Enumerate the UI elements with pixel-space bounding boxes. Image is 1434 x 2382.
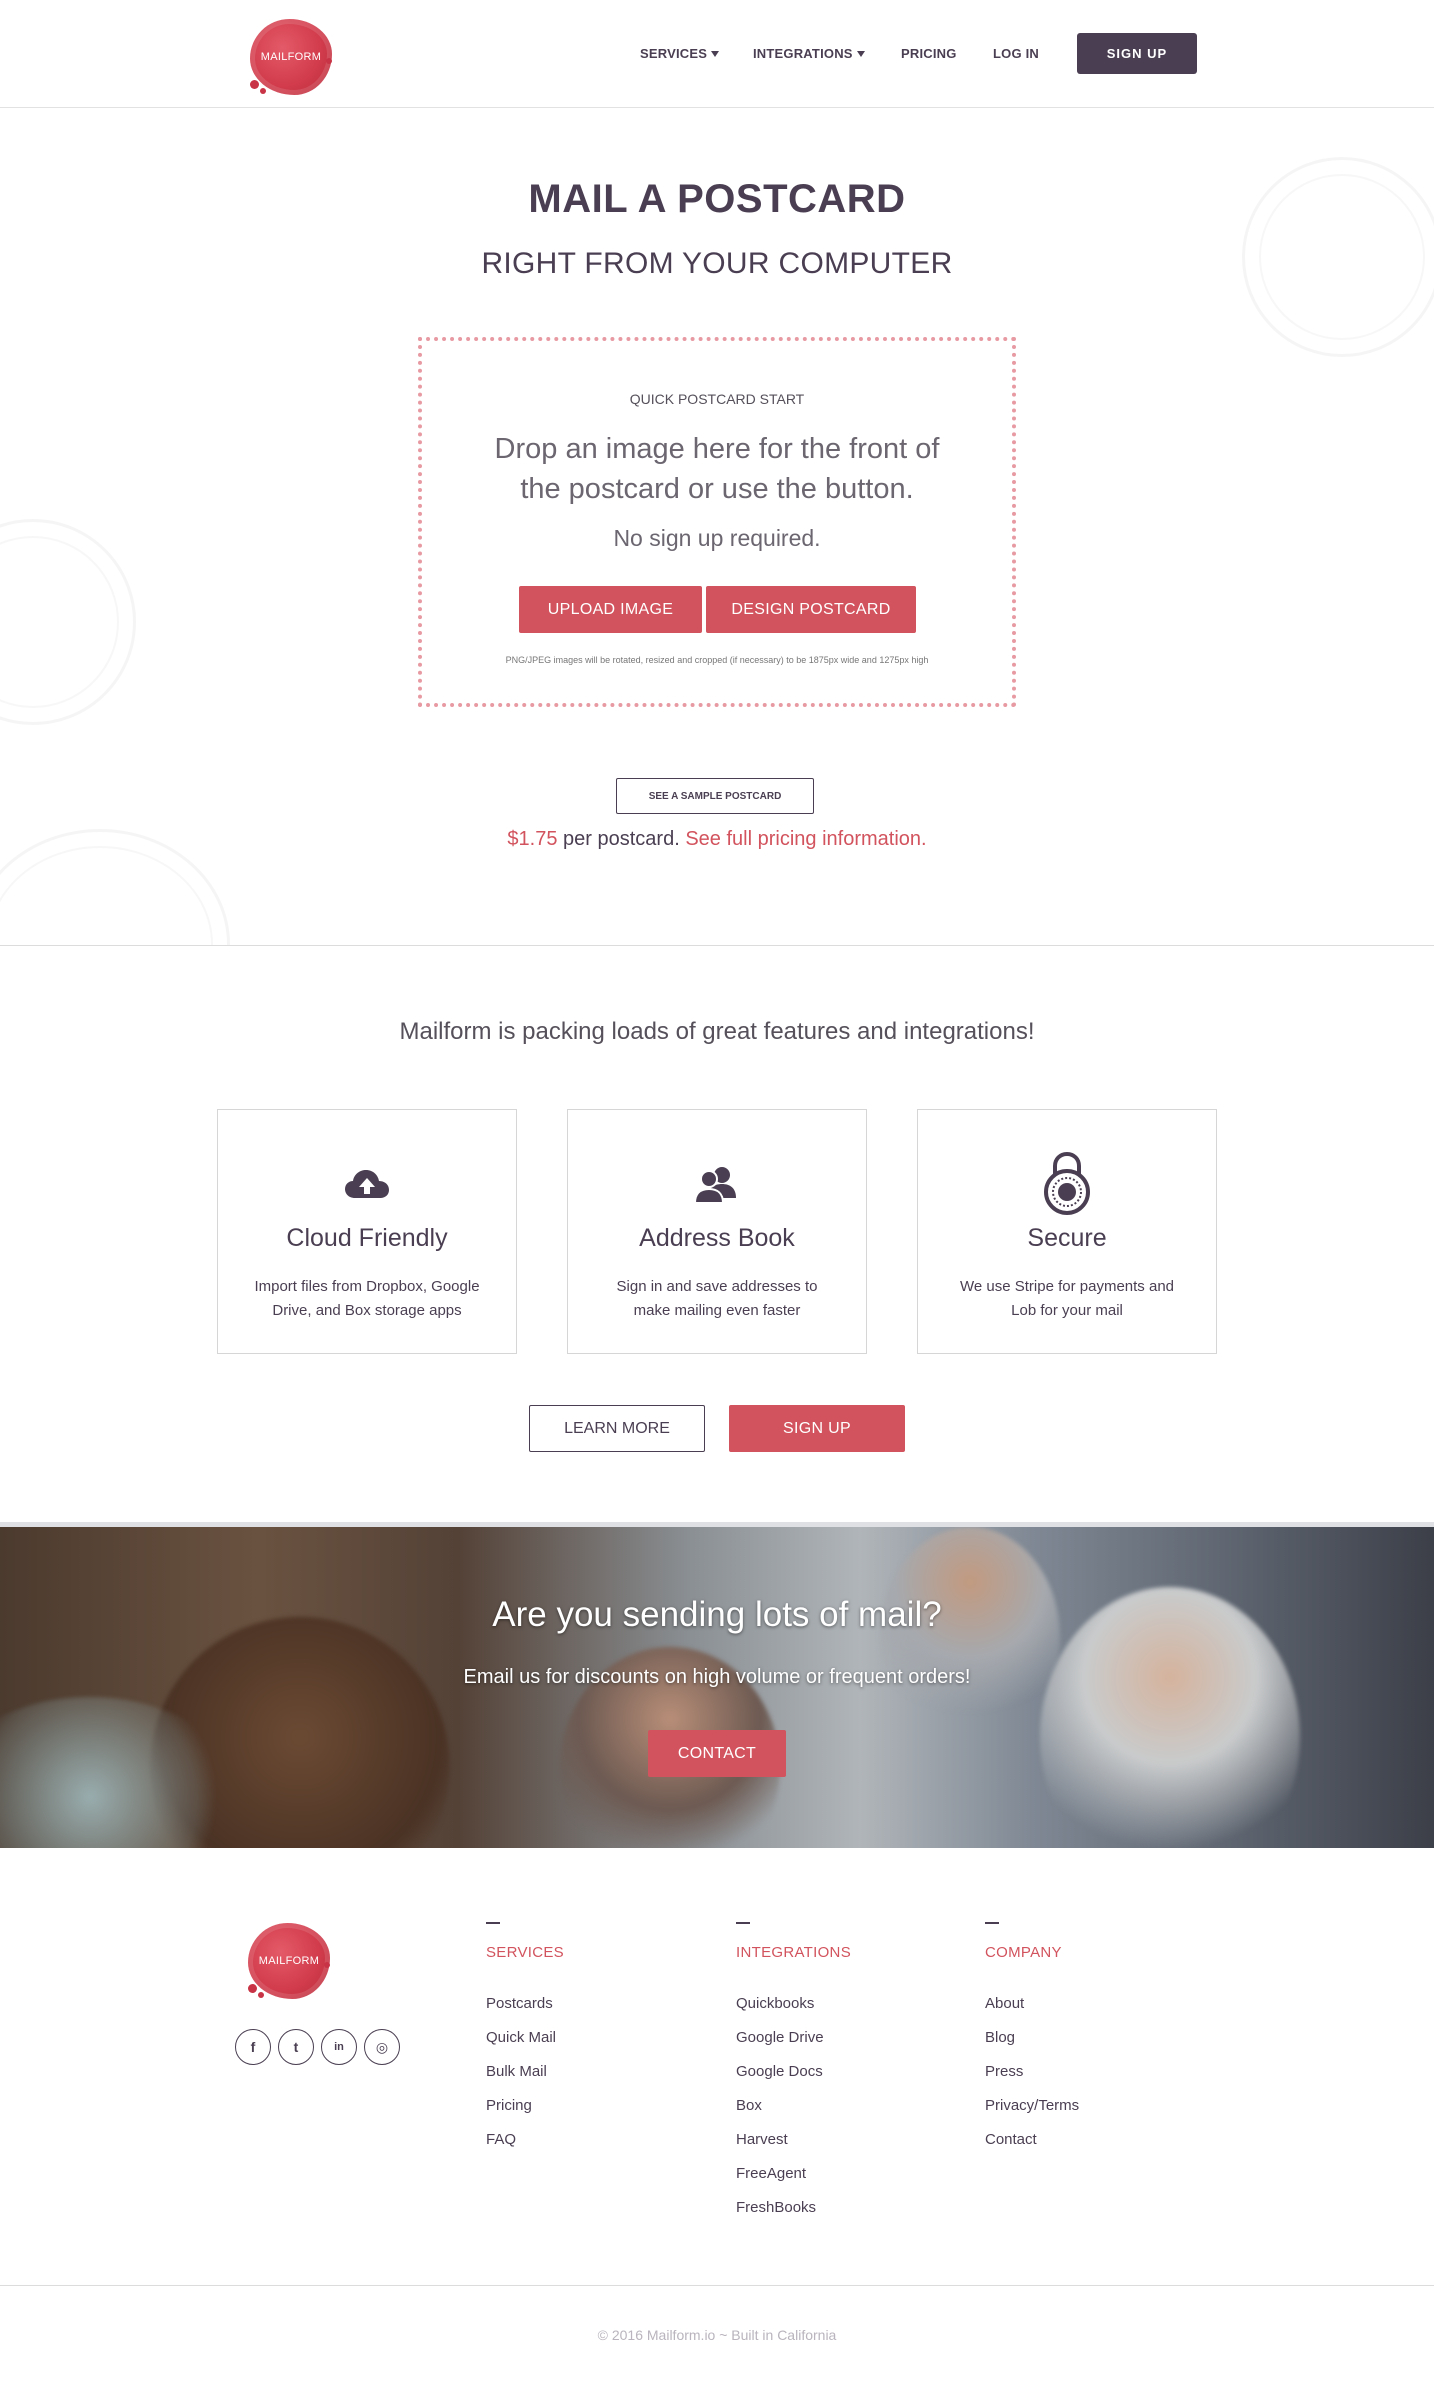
footer-column-integrations: INTEGRATIONS Quickbooks Google Drive Goo… — [736, 1922, 851, 2235]
footer-column-company: COMPANY About Blog Press Privacy/Terms C… — [985, 1922, 1079, 2167]
nav-login-label: LOG IN — [993, 46, 1039, 61]
feature-description: We use Stripe for payments and Lob for y… — [960, 1278, 1174, 1319]
caret-down-icon — [711, 50, 720, 57]
footer-link[interactable]: FreshBooks — [736, 2200, 851, 2235]
footer-link[interactable]: Postcards — [486, 1996, 564, 2031]
footer-link[interactable]: Contact — [985, 2132, 1079, 2167]
banner-title: Are you sending lots of mail? — [492, 1595, 942, 1634]
postcard-price: $1.75 — [507, 828, 558, 850]
hero-section: MAIL A POSTCARD RIGHT FROM YOUR COMPUTER… — [0, 109, 1434, 946]
footer-link[interactable]: Privacy/Terms — [985, 2098, 1079, 2133]
footer-link[interactable]: Bulk Mail — [486, 2064, 564, 2099]
contact-button[interactable]: CONTACT — [648, 1730, 786, 1777]
footer-link[interactable]: FreeAgent — [736, 2166, 851, 2201]
footer-link[interactable]: Harvest — [736, 2132, 851, 2167]
image-dropzone[interactable]: QUICK POSTCARD START Drop an image here … — [418, 337, 1016, 707]
logo-text: MAILFORM — [260, 51, 322, 63]
hero-subtitle: RIGHT FROM YOUR COMPUTER — [481, 247, 953, 280]
nav-services-label: SERVICES — [640, 46, 708, 61]
column-divider — [736, 1922, 750, 1924]
address-book-icon — [568, 1154, 866, 1214]
features-signup-button[interactable]: SIGN UP — [729, 1405, 905, 1452]
feature-title: Secure — [1027, 1224, 1107, 1252]
linkedin-icon[interactable]: in — [321, 2029, 357, 2065]
learn-more-button[interactable]: LEARN MORE — [529, 1405, 705, 1452]
banner-photo-shape — [880, 1527, 1060, 1747]
feature-title: Address Book — [639, 1224, 795, 1252]
site-header: MAILFORM SERVICES INTEGRATIONS PRICING L… — [0, 0, 1434, 108]
pricing-link[interactable]: See full pricing information. — [685, 828, 926, 850]
features-title: Mailform is packing loads of great featu… — [399, 1018, 1035, 1045]
copyright-text: © 2016 Mailform.io ~ Built in California — [597, 2327, 837, 2343]
footer-link[interactable]: Pricing — [486, 2098, 564, 2133]
header-signup-button[interactable]: SIGN UP — [1077, 33, 1197, 74]
bulk-mail-banner: Are you sending lots of mail? Email us f… — [0, 1522, 1434, 1848]
footer-heading: COMPANY — [985, 1944, 1062, 1961]
column-divider — [486, 1922, 500, 1924]
instagram-icon[interactable]: ◎ — [364, 2029, 400, 2065]
footer-heading: SERVICES — [486, 1944, 564, 1961]
cloud-upload-icon — [218, 1154, 516, 1214]
footer-link[interactable]: Blog — [985, 2030, 1079, 2065]
feature-description: Sign in and save addresses to make maili… — [616, 1278, 818, 1319]
column-divider — [985, 1922, 999, 1924]
footer-column-services: SERVICES Postcards Quick Mail Bulk Mail … — [486, 1922, 564, 2167]
footer-mailform-logo[interactable]: MAILFORM — [244, 1918, 334, 2004]
banner-subtitle: Email us for discounts on high volume or… — [463, 1666, 971, 1688]
postmark-stamp-decoration — [0, 519, 136, 725]
footer-link[interactable]: Press — [985, 2064, 1079, 2099]
lock-icon — [918, 1152, 1216, 1215]
price-text: per postcard. — [557, 828, 686, 850]
mailform-logo[interactable]: MAILFORM — [246, 14, 336, 100]
feature-description: Import files from Dropbox, Google Drive,… — [254, 1278, 480, 1319]
feature-card-secure: Secure We use Stripe for payments and Lo… — [917, 1109, 1217, 1354]
footer-divider — [0, 2285, 1434, 2286]
footer-heading: INTEGRATIONS — [736, 1944, 851, 1961]
footer-link[interactable]: Box — [736, 2098, 851, 2133]
design-postcard-button[interactable]: DESIGN POSTCARD — [706, 586, 916, 633]
footer-link[interactable]: FAQ — [486, 2132, 564, 2167]
dropzone-label: QUICK POSTCARD START — [629, 391, 805, 407]
footer-link[interactable]: Quickbooks — [736, 1996, 851, 2031]
caret-down-icon — [856, 50, 865, 57]
nav-integrations-label: INTEGRATIONS — [753, 46, 853, 61]
wax-seal-icon: MAILFORM — [250, 19, 332, 95]
footer-link[interactable]: Google Drive — [736, 2030, 851, 2065]
facebook-icon[interactable]: f — [235, 2029, 271, 2065]
feature-title: Cloud Friendly — [286, 1224, 448, 1252]
logo-text: MAILFORM — [258, 1955, 320, 1967]
nav-pricing[interactable]: PRICING — [901, 46, 957, 61]
nav-pricing-label: PRICING — [901, 46, 957, 61]
nav-login[interactable]: LOG IN — [993, 46, 1039, 61]
feature-card-cloud: Cloud Friendly Import files from Dropbox… — [217, 1109, 517, 1354]
footer-link[interactable]: Quick Mail — [486, 2030, 564, 2065]
price-line: $1.75 per postcard. See full pricing inf… — [0, 828, 1434, 851]
hero-title: MAIL A POSTCARD — [528, 177, 906, 221]
dropzone-fine-print: PNG/JPEG images will be rotated, resized… — [505, 655, 929, 665]
twitter-icon[interactable]: t — [278, 2029, 314, 2065]
dropzone-instructions: Drop an image here for the front of the … — [494, 433, 940, 505]
sample-postcard-button[interactable]: SEE A SAMPLE POSTCARD — [616, 778, 814, 814]
feature-card-address-book: Address Book Sign in and save addresses … — [567, 1109, 867, 1354]
upload-image-button[interactable]: UPLOAD IMAGE — [519, 586, 702, 633]
nav-integrations[interactable]: INTEGRATIONS — [753, 46, 865, 61]
footer-link[interactable]: About — [985, 1996, 1079, 2031]
dropzone-note: No sign up required. — [613, 525, 821, 551]
nav-services[interactable]: SERVICES — [640, 46, 720, 61]
footer-link[interactable]: Google Docs — [736, 2064, 851, 2099]
wax-seal-icon: MAILFORM — [248, 1923, 330, 1999]
